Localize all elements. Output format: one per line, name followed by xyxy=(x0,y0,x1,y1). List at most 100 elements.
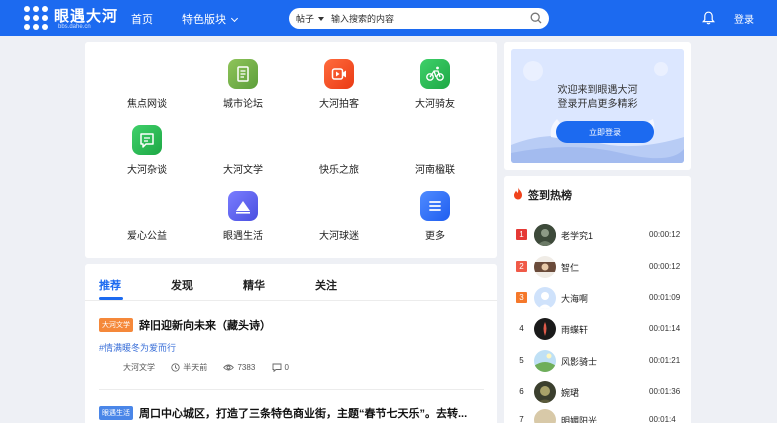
rank-user-name[interactable]: 雨蝶轩 xyxy=(561,323,588,336)
chevron-down-icon xyxy=(230,14,239,23)
rank-number: 1 xyxy=(516,229,527,240)
search-bar: 帖子 xyxy=(289,8,549,29)
category-label: 大河杂谈 xyxy=(127,165,167,176)
search-input[interactable] xyxy=(331,11,511,26)
category-item[interactable]: 河南楹联 xyxy=(387,161,483,176)
avatar[interactable] xyxy=(534,409,556,423)
welcome-banner: 欢迎来到眼遇大河 登录开启更多精彩 立即登录 xyxy=(511,49,684,163)
tab-discover[interactable]: 发现 xyxy=(171,277,193,293)
post-category-badge[interactable]: 大河文学 xyxy=(99,317,133,332)
post-category-badge[interactable]: 眼遇生活 xyxy=(99,405,133,420)
top-navigation-bar: 眼遇大河 bbs.dahe.cn 首页 特色版块 帖子 登录 xyxy=(0,0,777,36)
comment-icon xyxy=(272,363,281,373)
logo-icon[interactable] xyxy=(24,6,48,30)
rank-checkin-time: 00:01:36 xyxy=(649,387,681,396)
avatar[interactable] xyxy=(534,318,556,340)
post-feed: 推荐 发现 精华 关注 大河文学 辞旧迎新向未来（藏头诗） #情满暖冬为爱而行 大… xyxy=(85,264,497,423)
category-label: 大河文学 xyxy=(223,165,263,176)
category-item[interactable]: 大河骑友 xyxy=(387,59,483,110)
rank-checkin-time: 00:01:09 xyxy=(649,293,681,302)
category-label: 焦点网谈 xyxy=(127,99,167,110)
caret-down-icon xyxy=(318,17,325,21)
category-item[interactable]: 大河球迷 xyxy=(291,227,387,242)
category-label: 大河拍客 xyxy=(319,99,359,110)
rank-user-name[interactable]: 智仁 xyxy=(561,261,579,274)
welcome-line-1: 欢迎来到眼遇大河 xyxy=(557,85,638,96)
avatar[interactable] xyxy=(534,350,556,372)
ranking-row[interactable]: 1 老学究1 00:00:12 xyxy=(504,223,691,247)
list-icon xyxy=(420,191,450,221)
ranking-row[interactable]: 6 婉珺 00:01:36 xyxy=(504,380,691,404)
ranking-row[interactable]: 7 明媚阳光 00:01:4 xyxy=(504,408,691,423)
rank-checkin-time: 00:00:12 xyxy=(649,230,681,239)
category-label: 更多 xyxy=(425,231,445,242)
rank-number: 3 xyxy=(516,292,527,303)
rank-checkin-time: 00:00:12 xyxy=(649,262,681,271)
nav-home-link[interactable]: 首页 xyxy=(131,11,153,27)
post-meta: 大河文学 半天前 7383 0 xyxy=(123,362,303,373)
avatar[interactable] xyxy=(534,256,556,278)
clock-icon xyxy=(171,363,180,373)
category-label: 眼遇生活 xyxy=(223,231,263,242)
post-views: 7383 xyxy=(223,363,255,372)
brand-name[interactable]: 眼遇大河 xyxy=(54,5,118,26)
category-label: 快乐之旅 xyxy=(319,165,359,176)
bell-icon[interactable] xyxy=(702,11,715,25)
ranking-row[interactable]: 5 风影骑士 00:01:21 xyxy=(504,349,691,373)
nav-feature-label: 特色版块 xyxy=(182,14,226,26)
category-label: 爱心公益 xyxy=(127,231,167,242)
avatar[interactable] xyxy=(534,287,556,309)
post-time: 半天前 xyxy=(171,362,207,373)
tab-following[interactable]: 关注 xyxy=(315,277,337,293)
post-item[interactable]: 眼遇生活 周口中心城区，打造了三条特色商业街，主题“春节七天乐”。去转... xyxy=(99,404,484,422)
eye-icon xyxy=(223,364,235,371)
rank-number: 6 xyxy=(519,387,524,396)
document-icon xyxy=(228,59,258,89)
category-label: 大河骑友 xyxy=(415,99,455,110)
post-item[interactable]: 大河文学 辞旧迎新向未来（藏头诗） #情满暖冬为爱而行 大河文学 半天前 7383… xyxy=(99,316,484,373)
rank-user-name[interactable]: 大海啊 xyxy=(561,292,588,305)
brand-domain: bbs.dahe.cn xyxy=(58,24,91,30)
post-views-count: 7383 xyxy=(237,362,256,372)
category-item[interactable]: 爱心公益 xyxy=(99,227,195,242)
category-label: 城市论坛 xyxy=(223,99,263,110)
ranking-row[interactable]: 4 雨蝶轩 00:01:14 xyxy=(504,317,691,341)
ranking-row[interactable]: 3 大海啊 00:01:09 xyxy=(504,286,691,310)
post-title[interactable]: 辞旧迎新向未来（藏头诗） xyxy=(139,317,271,333)
bicycle-icon xyxy=(420,59,450,89)
rank-user-name[interactable]: 老学究1 xyxy=(561,229,593,242)
search-type-label: 帖子 xyxy=(296,14,315,24)
category-item[interactable]: 更多 xyxy=(387,191,483,242)
login-link[interactable]: 登录 xyxy=(734,11,754,26)
avatar[interactable] xyxy=(534,224,556,246)
category-item[interactable]: 眼遇生活 xyxy=(195,191,291,242)
category-item[interactable]: 大河杂谈 xyxy=(99,125,195,176)
search-icon[interactable] xyxy=(530,12,542,24)
tab-recommend[interactable]: 推荐 xyxy=(99,277,121,293)
category-item[interactable]: 大河文学 xyxy=(195,161,291,176)
rank-checkin-time: 00:01:21 xyxy=(649,356,681,365)
nav-feature-menu[interactable]: 特色版块 xyxy=(182,11,239,27)
category-item[interactable]: 城市论坛 xyxy=(195,59,291,110)
ranking-row[interactable]: 2 智仁 00:00:12 xyxy=(504,255,691,279)
post-author[interactable]: 大河文学 xyxy=(123,362,155,373)
rank-user-name[interactable]: 明媚阳光 xyxy=(561,414,597,423)
checkin-ranking: 签到热榜 1 老学究1 00:00:12 2 智仁 00:00:12 3 大海啊… xyxy=(504,176,691,423)
category-item[interactable]: 快乐之旅 xyxy=(291,161,387,176)
rank-user-name[interactable]: 婉珺 xyxy=(561,386,579,399)
rank-number: 5 xyxy=(519,356,524,365)
rank-user-name[interactable]: 风影骑士 xyxy=(561,355,597,368)
post-topic-tag[interactable]: #情满暖冬为爱而行 xyxy=(99,341,176,354)
video-icon xyxy=(324,59,354,89)
post-title[interactable]: 周口中心城区，打造了三条特色商业街，主题“春节七天乐”。去转... xyxy=(139,405,467,421)
category-item[interactable]: 大河拍客 xyxy=(291,59,387,110)
ranking-title: 签到热榜 xyxy=(528,190,572,202)
login-now-button[interactable]: 立即登录 xyxy=(556,121,654,143)
search-type-dropdown[interactable]: 帖子 xyxy=(296,12,325,25)
post-comments[interactable]: 0 xyxy=(272,363,289,373)
tab-featured[interactable]: 精华 xyxy=(243,277,265,293)
rank-number: 2 xyxy=(516,261,527,272)
category-item[interactable]: 焦点网谈 xyxy=(99,95,195,110)
avatar[interactable] xyxy=(534,381,556,403)
post-time-text: 半天前 xyxy=(183,363,208,372)
